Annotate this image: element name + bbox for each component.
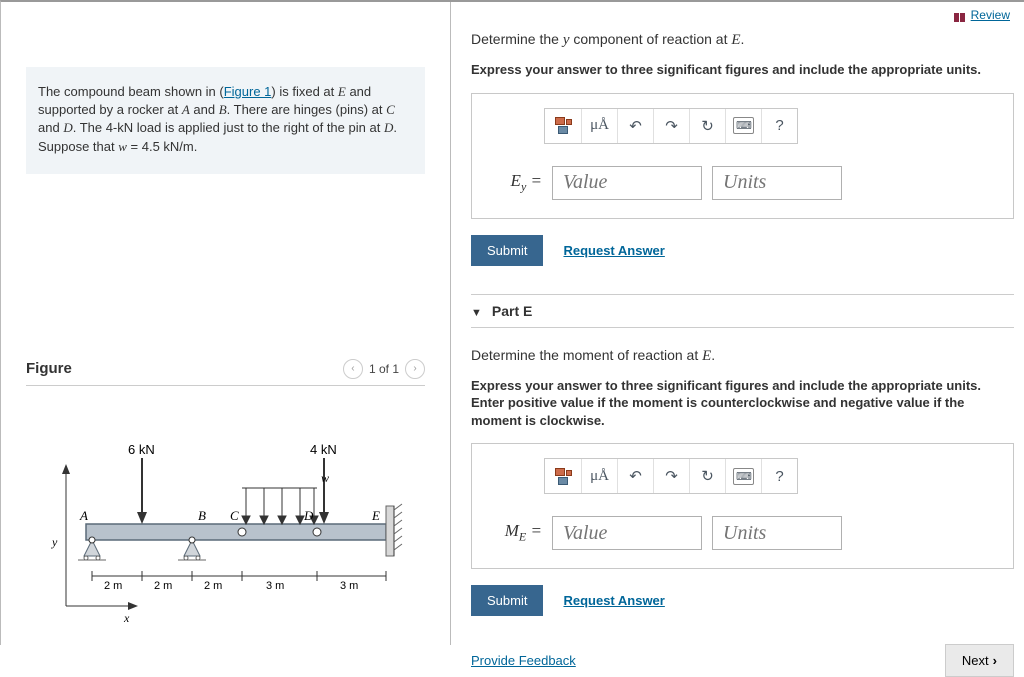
chevron-right-icon: › <box>993 653 997 668</box>
figure-next-button[interactable]: › <box>405 359 425 379</box>
keyboard-button[interactable]: ⌨ <box>725 109 761 143</box>
q1-request-answer-link[interactable]: Request Answer <box>563 243 664 258</box>
fraction-tool-icon[interactable] <box>545 109 581 143</box>
part-e-header[interactable]: ▼ Part E <box>471 294 1014 328</box>
svg-text:D: D <box>303 508 314 523</box>
parte-toolbar: μÅ ↶ ↷ ↻ ⌨ ? <box>544 458 798 494</box>
help-button[interactable]: ? <box>761 109 797 143</box>
load-w: w <box>321 471 329 485</box>
problem-statement: The compound beam shown in (Figure 1) is… <box>26 67 425 174</box>
q1-instructions: Express your answer to three significant… <box>471 61 1014 79</box>
undo-button[interactable]: ↶ <box>617 109 653 143</box>
collapse-caret-icon: ▼ <box>471 307 482 319</box>
svg-text:2 m: 2 m <box>154 580 172 592</box>
help-button[interactable]: ? <box>761 459 797 493</box>
next-button[interactable]: Next› <box>945 644 1014 677</box>
keyboard-icon: ⌨ <box>733 468 754 485</box>
svg-text:3 m: 3 m <box>340 580 358 592</box>
q1-prompt: Determine the y component of reaction at… <box>471 30 1014 51</box>
problem-text: The compound beam shown in ( <box>38 84 224 99</box>
figure-header: Figure ‹ 1 of 1 › <box>26 359 425 386</box>
parte-var-label: ME = <box>500 521 542 544</box>
undo-button[interactable]: ↶ <box>617 459 653 493</box>
figure-prev-button[interactable]: ‹ <box>343 359 363 379</box>
figure-pager-text: 1 of 1 <box>369 362 399 376</box>
parte-answer-box: μÅ ↶ ↷ ↻ ⌨ ? ME = <box>471 443 1014 569</box>
axis-y-label: y <box>51 535 58 549</box>
q1-submit-button[interactable]: Submit <box>471 235 543 266</box>
redo-button[interactable]: ↷ <box>653 459 689 493</box>
figure-link[interactable]: Figure 1 <box>224 84 272 99</box>
reset-button[interactable]: ↻ <box>689 459 725 493</box>
q1-toolbar: μÅ ↶ ↷ ↻ ⌨ ? <box>544 108 798 144</box>
keyboard-icon: ⌨ <box>733 117 754 134</box>
svg-text:2 m: 2 m <box>104 580 122 592</box>
parte-value-input[interactable] <box>552 516 702 550</box>
load-6kn: 6 kN <box>128 442 155 457</box>
special-chars-button[interactable]: μÅ <box>581 459 617 493</box>
fraction-tool-icon[interactable] <box>545 459 581 493</box>
svg-text:C: C <box>230 508 239 523</box>
reset-button[interactable]: ↻ <box>689 109 725 143</box>
svg-text:3 m: 3 m <box>266 580 284 592</box>
load-4kn: 4 kN <box>310 442 337 457</box>
parte-instructions: Express your answer to three significant… <box>471 377 1014 430</box>
q1-answer-box: μÅ ↶ ↷ ↻ ⌨ ? Ey = <box>471 93 1014 219</box>
review-link[interactable]: Review <box>954 8 1010 22</box>
part-e-title: Part E <box>492 303 532 319</box>
parte-prompt: Determine the moment of reaction at E. <box>471 346 1014 367</box>
svg-text:2 m: 2 m <box>204 580 222 592</box>
parte-units-input[interactable] <box>712 516 842 550</box>
figure-diagram: y x <box>26 436 425 626</box>
special-chars-button[interactable]: μÅ <box>581 109 617 143</box>
provide-feedback-link[interactable]: Provide Feedback <box>471 653 576 668</box>
redo-button[interactable]: ↷ <box>653 109 689 143</box>
q1-units-input[interactable] <box>712 166 842 200</box>
parte-submit-button[interactable]: Submit <box>471 585 543 616</box>
figure-pager: ‹ 1 of 1 › <box>343 359 425 379</box>
svg-text:B: B <box>198 508 206 523</box>
figure-title: Figure <box>26 360 72 377</box>
svg-text:A: A <box>79 508 88 523</box>
q1-value-input[interactable] <box>552 166 702 200</box>
axis-x-label: x <box>123 611 130 625</box>
svg-text:E: E <box>371 508 380 523</box>
q1-var-label: Ey = <box>500 171 542 194</box>
review-icon <box>954 11 968 20</box>
parte-request-answer-link[interactable]: Request Answer <box>563 593 664 608</box>
keyboard-button[interactable]: ⌨ <box>725 459 761 493</box>
